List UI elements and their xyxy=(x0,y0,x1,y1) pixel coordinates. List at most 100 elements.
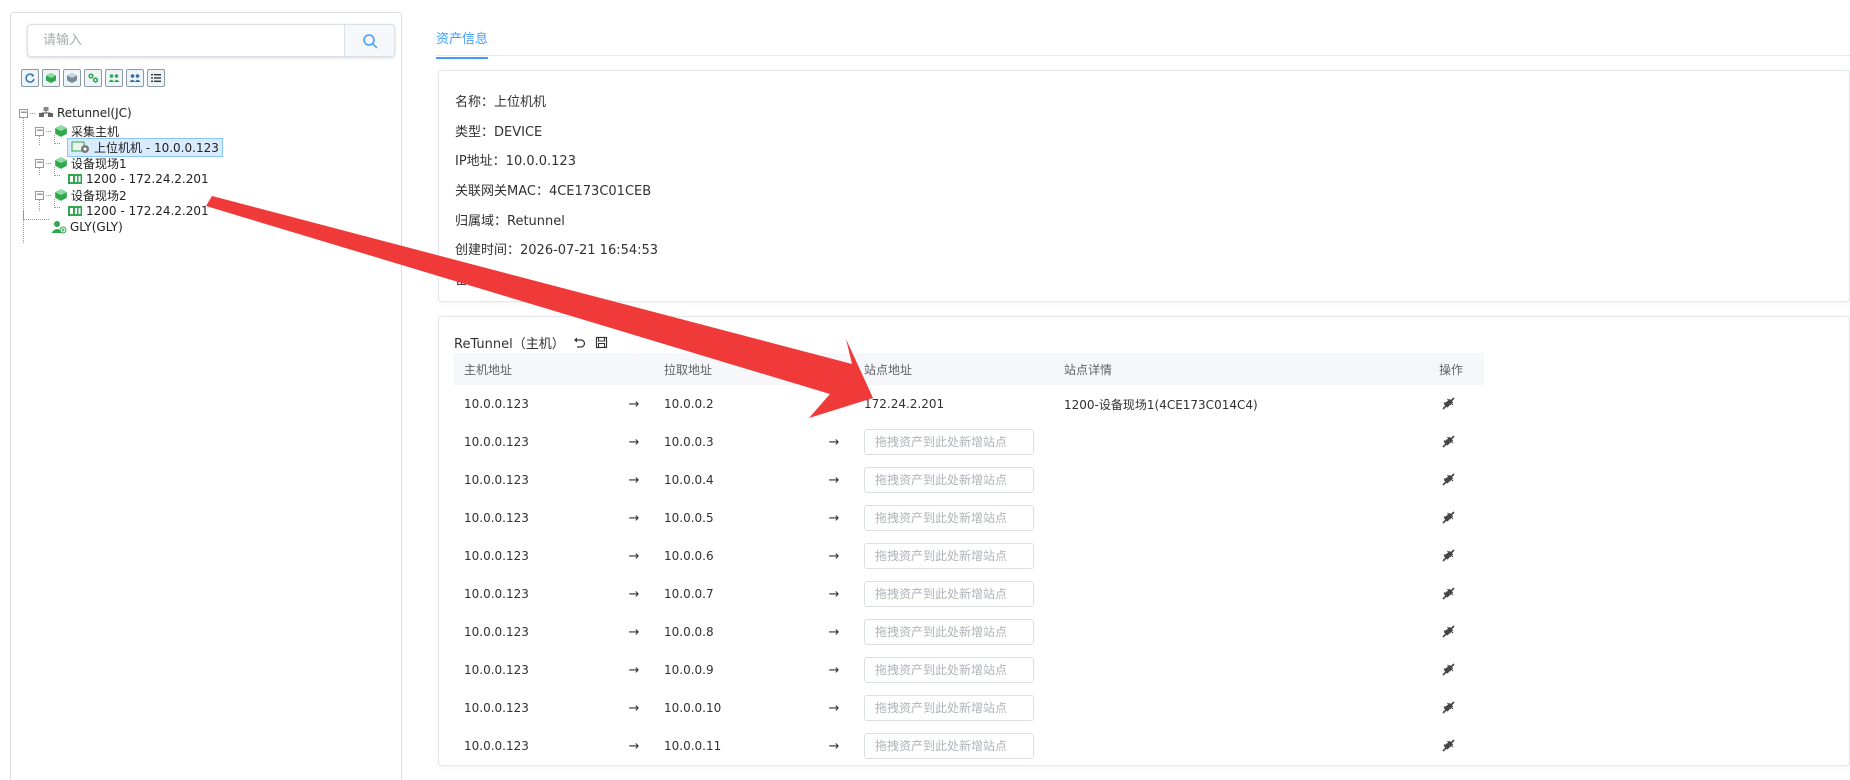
tree-node-plc-1[interactable]: 1200 - 172.24.2.201 xyxy=(67,171,209,187)
station-drop-input[interactable] xyxy=(864,657,1034,683)
cell-pull-address: 10.0.0.4 xyxy=(664,473,714,487)
search-box xyxy=(27,24,395,57)
users-button[interactable] xyxy=(105,69,123,87)
cell-station-detail xyxy=(1054,651,1429,689)
cell-host-address: 10.0.0.123 xyxy=(464,435,529,449)
users-icon xyxy=(108,74,120,82)
collapse-icon[interactable]: − xyxy=(35,126,44,136)
cell-pull-address: 10.0.0.2 xyxy=(664,397,714,411)
retunnel-card: ReTunnel（主机） 主机地址 拉取地址 站点地址 站点详情 操作 10.0… xyxy=(438,316,1850,766)
retunnel-title: ReTunnel（主机） xyxy=(454,337,565,352)
cell-pull-address: 10.0.0.8 xyxy=(664,625,714,639)
cell-operation xyxy=(1429,423,1484,461)
cell-host-address: 10.0.0.123 xyxy=(464,511,529,525)
station-drop-input[interactable] xyxy=(864,733,1034,759)
undo-icon xyxy=(574,337,586,348)
tree-node-plc-2[interactable]: 1200 - 172.24.2.201 xyxy=(67,203,209,219)
disconnect-button[interactable] xyxy=(1439,660,1457,678)
cell-arrow: → xyxy=(828,510,840,526)
cell-host-address: 10.0.0.123 xyxy=(464,739,529,753)
computer-icon xyxy=(71,141,89,153)
tree-node-site-2[interactable]: − 设备现场2 xyxy=(35,187,127,203)
cell-arrow: → xyxy=(828,434,840,450)
collapse-icon[interactable]: − xyxy=(19,108,28,118)
info-created-time: 创建时间：2026-07-21 16:54:53 xyxy=(455,243,659,258)
search-button[interactable] xyxy=(344,25,394,56)
cell-operation xyxy=(1429,537,1484,575)
settings-group-icon xyxy=(88,73,99,83)
disconnect-icon xyxy=(1441,663,1455,676)
cell-operation xyxy=(1429,385,1484,423)
table-row: 10.0.0.123 → 10.0.0.3 → xyxy=(454,423,1484,461)
disconnect-button[interactable] xyxy=(1439,470,1457,488)
cell-pull-address: 10.0.0.10 xyxy=(664,701,722,715)
tree-connector xyxy=(23,115,24,243)
disconnect-icon xyxy=(1441,397,1455,410)
cell-operation xyxy=(1429,651,1484,689)
asset-tree-panel: − Retunnel(JC) − 采集主机 上位机机 - 10.0.0.123 xyxy=(10,12,402,780)
disconnect-button[interactable] xyxy=(1439,584,1457,602)
table-row: 10.0.0.123 → 10.0.0.5 → xyxy=(454,499,1484,537)
disconnect-button[interactable] xyxy=(1439,736,1457,754)
save-icon xyxy=(596,336,608,349)
cell-arrow: → xyxy=(828,396,840,412)
retunnel-table: 主机地址 拉取地址 站点地址 站点详情 操作 10.0.0.123 → 10.0.0… xyxy=(454,353,1484,765)
tree-connector xyxy=(54,135,60,144)
tree-node-site-1[interactable]: − 设备现场1 xyxy=(35,155,127,171)
collapse-icon[interactable]: − xyxy=(35,158,44,168)
collapse-icon[interactable]: − xyxy=(35,190,44,200)
undo-button[interactable] xyxy=(573,336,587,350)
cell-pull-address: 10.0.0.5 xyxy=(664,511,714,525)
refresh-button[interactable] xyxy=(21,69,39,87)
tab-asset-info[interactable]: 资产信息 xyxy=(436,28,489,59)
disconnect-button[interactable] xyxy=(1439,394,1457,412)
user-icon xyxy=(51,221,67,234)
cell-station-address xyxy=(854,727,1054,765)
col-station-address: 站点地址 xyxy=(854,353,1054,385)
tree-node-gly-user[interactable]: GLY(GLY) xyxy=(51,219,123,235)
table-row: 10.0.0.123 → 10.0.0.11 → xyxy=(454,727,1484,765)
disconnect-icon xyxy=(1441,739,1455,752)
disconnect-icon xyxy=(1441,473,1455,486)
cell-host-address: 10.0.0.123 xyxy=(464,549,529,563)
disconnect-button[interactable] xyxy=(1439,546,1457,564)
station-drop-input[interactable] xyxy=(864,429,1034,455)
save-button[interactable] xyxy=(595,336,609,350)
cell-pull-address: 10.0.0.7 xyxy=(664,587,714,601)
table-row: 10.0.0.123 → 10.0.0.10 → xyxy=(454,689,1484,727)
cell-arrow: → xyxy=(628,396,640,412)
cell-host-address: 10.0.0.123 xyxy=(464,663,529,677)
tree-node-root[interactable]: − Retunnel(JC) xyxy=(19,105,132,121)
add-site-button[interactable] xyxy=(63,69,81,87)
station-drop-input[interactable] xyxy=(864,505,1034,531)
station-drop-input[interactable] xyxy=(864,467,1034,493)
cell-pull-address: 10.0.0.6 xyxy=(664,549,714,563)
add-host-button[interactable] xyxy=(42,69,60,87)
disconnect-button[interactable] xyxy=(1439,432,1457,450)
table-row: 10.0.0.123 → 10.0.0.7 → xyxy=(454,575,1484,613)
cell-station-detail xyxy=(1054,575,1429,613)
list-view-button[interactable] xyxy=(147,69,165,87)
disconnect-button[interactable] xyxy=(1439,508,1457,526)
col-arrow-2 xyxy=(804,353,854,385)
user-group-button[interactable] xyxy=(126,69,144,87)
list-icon xyxy=(151,74,161,82)
cell-operation xyxy=(1429,727,1484,765)
disconnect-button[interactable] xyxy=(1439,698,1457,716)
tree-node-upper-host[interactable]: 上位机机 - 10.0.0.123 xyxy=(67,137,223,157)
cell-arrow: → xyxy=(628,624,640,640)
asset-info-card: 名称：上位机机 类型：DEVICE IP地址：10.0.0.123 关联网关MA… xyxy=(438,70,1850,302)
station-drop-input[interactable] xyxy=(864,619,1034,645)
settings-group-button[interactable] xyxy=(84,69,102,87)
station-drop-input[interactable] xyxy=(864,581,1034,607)
cell-station-address xyxy=(854,613,1054,651)
cell-pull-address: 10.0.0.9 xyxy=(664,663,714,677)
search-input[interactable] xyxy=(28,25,344,56)
station-drop-input[interactable] xyxy=(864,695,1034,721)
tree-node-label: 1200 - 172.24.2.201 xyxy=(86,204,209,218)
app-window: − Retunnel(JC) − 采集主机 上位机机 - 10.0.0.123 xyxy=(0,0,1850,780)
disconnect-button[interactable] xyxy=(1439,622,1457,640)
cell-station-detail xyxy=(1054,461,1429,499)
station-drop-input[interactable] xyxy=(864,543,1034,569)
cell-station-address xyxy=(854,461,1054,499)
